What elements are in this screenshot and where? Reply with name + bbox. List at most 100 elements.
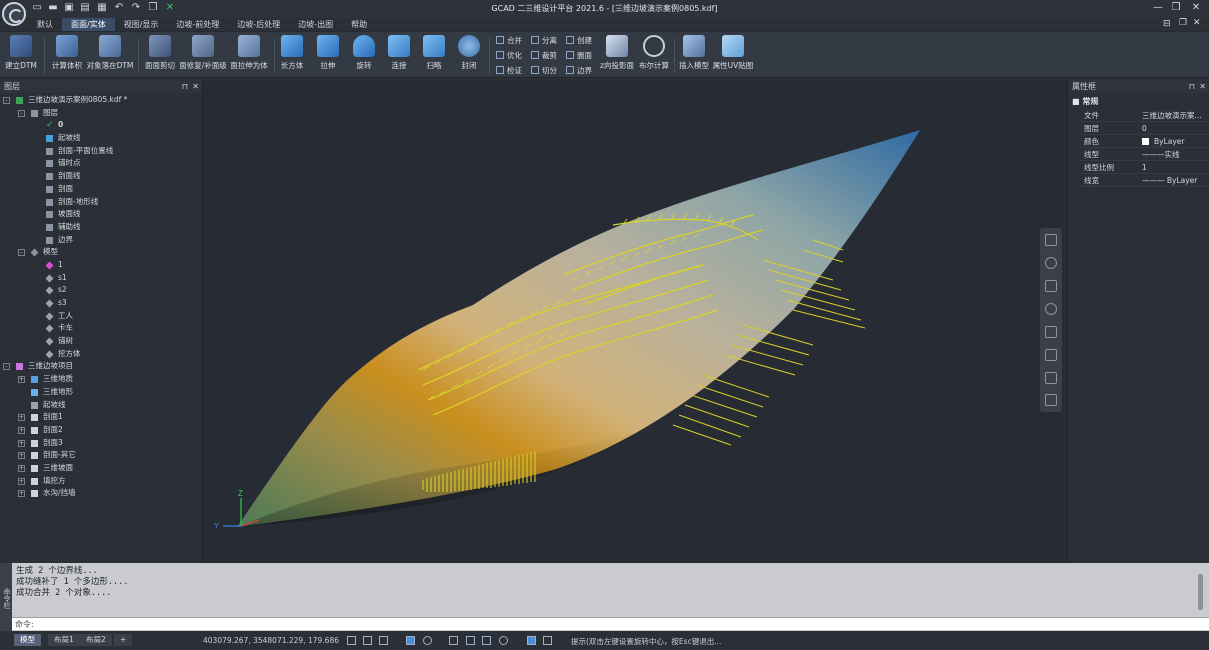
- pin-icon[interactable]: ⊟: [1163, 19, 1171, 29]
- properties-section-header[interactable]: ■ 常规: [1072, 96, 1098, 107]
- slice-button[interactable]: 切分: [531, 65, 557, 77]
- split-button[interactable]: 分离: [531, 35, 557, 47]
- sweep-button[interactable]: 扫略: [420, 35, 448, 77]
- restore-small-icon[interactable]: ❐: [1179, 18, 1187, 28]
- otrack-icon[interactable]: [423, 636, 432, 645]
- expand-icon[interactable]: +: [18, 464, 25, 472]
- tab-1[interactable]: 面面/实体: [62, 18, 115, 31]
- tree-item[interactable]: 起坡线: [0, 399, 203, 412]
- tree-item[interactable]: 剖面线: [0, 170, 203, 183]
- workspace-icon[interactable]: [527, 636, 536, 645]
- expand-icon[interactable]: +: [18, 439, 25, 447]
- tree-item[interactable]: 起坡线: [0, 132, 203, 145]
- expand-icon[interactable]: +: [18, 490, 25, 498]
- close-panel-icon[interactable]: ✕: [192, 80, 199, 93]
- fullscreen-icon[interactable]: [543, 636, 552, 645]
- tree-item[interactable]: + 三维地质: [0, 373, 203, 386]
- tree-item[interactable]: - 三维边坡演示案例0805.kdf *: [0, 94, 203, 107]
- pin-panel-icon[interactable]: ⊓: [182, 80, 188, 93]
- view-cube-icon[interactable]: [1045, 234, 1057, 246]
- add-layout-button[interactable]: +: [114, 634, 133, 646]
- layout-tab[interactable]: 模型: [14, 634, 41, 646]
- boolean-calc-button[interactable]: 布尔计算: [637, 35, 671, 77]
- tree-item[interactable]: + 水沟/挡墙: [0, 487, 203, 500]
- ortho-icon[interactable]: [363, 636, 372, 645]
- property-row[interactable]: 线型 ———实线: [1080, 148, 1209, 161]
- check-button[interactable]: 检证: [496, 65, 522, 77]
- open-icon[interactable]: ▬: [48, 3, 58, 13]
- collapse-icon[interactable]: -: [3, 97, 10, 104]
- layout-tab[interactable]: 布局2: [80, 634, 112, 646]
- tree-item[interactable]: - 三维边坡项目: [0, 360, 203, 373]
- expand-icon[interactable]: +: [18, 414, 25, 422]
- tab-2[interactable]: 视图/显示: [115, 18, 168, 31]
- tree-item[interactable]: 剖面: [0, 183, 203, 196]
- pin-properties-icon[interactable]: ⊓: [1189, 80, 1195, 93]
- tree-item[interactable]: s3: [0, 297, 203, 310]
- tree-item[interactable]: + 剖面1: [0, 411, 203, 424]
- boundary-button[interactable]: 边界: [566, 65, 592, 77]
- property-row[interactable]: 线型比例 1: [1080, 161, 1209, 174]
- tree-item[interactable]: 剖面-地形线: [0, 196, 203, 209]
- tree-item[interactable]: + 剖面2: [0, 424, 203, 437]
- command-scrollbar[interactable]: [1198, 574, 1203, 610]
- transparency-icon[interactable]: [466, 636, 475, 645]
- trim-button[interactable]: 裁剪: [531, 50, 557, 62]
- redo-icon[interactable]: ↷: [131, 3, 141, 13]
- tab-6[interactable]: 帮助: [342, 18, 376, 31]
- object-fit-dtm-button[interactable]: 对象落在DTM: [86, 35, 134, 77]
- command-input[interactable]: 命令:: [12, 617, 1209, 630]
- tree-item[interactable]: s2: [0, 284, 203, 297]
- command-sidebar-tab[interactable]: 命令栏: [0, 563, 12, 633]
- close-small-icon[interactable]: ✕: [1193, 18, 1201, 28]
- restore-icon[interactable]: ❐: [1168, 2, 1184, 14]
- build-dtm-button[interactable]: 建立DTM: [4, 35, 38, 77]
- tree-item[interactable]: - 图层: [0, 107, 203, 120]
- new-icon[interactable]: ▭: [32, 3, 42, 13]
- create-button[interactable]: 创建: [566, 35, 592, 47]
- zoom-icon[interactable]: [1045, 303, 1057, 315]
- selection-icon[interactable]: [482, 636, 491, 645]
- pan-icon[interactable]: [1045, 280, 1057, 292]
- merge-button[interactable]: 合并: [496, 35, 522, 47]
- extrude-button[interactable]: 拉伸: [314, 35, 342, 77]
- save-icon[interactable]: ▣: [64, 3, 74, 13]
- settings-gear-icon[interactable]: [499, 636, 508, 645]
- fit-extents-icon[interactable]: [1045, 394, 1057, 406]
- property-row[interactable]: 文件 三维边坡演示案...: [1080, 109, 1209, 122]
- tree-item[interactable]: + 填挖方: [0, 475, 203, 488]
- revolve-button[interactable]: 旋转: [350, 35, 378, 77]
- side-view-icon[interactable]: [1045, 349, 1057, 361]
- iso-view-icon[interactable]: [1045, 372, 1057, 384]
- front-view-icon[interactable]: [1045, 326, 1057, 338]
- lineweight-icon[interactable]: [449, 636, 458, 645]
- expand-icon[interactable]: +: [18, 452, 25, 460]
- uv-map-button[interactable]: 属性UV贴图: [712, 35, 754, 77]
- polar-icon[interactable]: [379, 636, 388, 645]
- print-icon[interactable]: ▦: [97, 3, 107, 13]
- expand-icon[interactable]: +: [18, 426, 25, 434]
- property-row[interactable]: 线宽 ——— ByLayer: [1080, 174, 1209, 187]
- tree-item[interactable]: + 剖面3: [0, 437, 203, 450]
- tree-item[interactable]: - 模型: [0, 246, 203, 259]
- insert-model-button[interactable]: 插入模型: [678, 35, 710, 77]
- surface-extrude-button[interactable]: 面拉伸为体: [229, 35, 269, 77]
- copy-icon[interactable]: ❐: [148, 3, 158, 13]
- tree-item[interactable]: 1: [0, 259, 203, 272]
- tree-item[interactable]: 锚树: [0, 335, 203, 348]
- surface-cut-button[interactable]: 面面剪切: [143, 35, 177, 77]
- undo-icon[interactable]: ↶: [114, 3, 124, 13]
- tree-item[interactable]: ✓ 0: [0, 119, 203, 132]
- expand-icon[interactable]: +: [18, 477, 25, 485]
- seal-button[interactable]: 封闭: [455, 35, 483, 77]
- tree-item[interactable]: 剖面-平面位置线: [0, 145, 203, 158]
- surface-fill-button[interactable]: 面修复/补面级: [179, 35, 227, 77]
- layout-tab[interactable]: 布局1: [48, 634, 80, 646]
- tab-4[interactable]: 边坡-后处理: [228, 18, 289, 31]
- minimize-icon[interactable]: —: [1150, 2, 1166, 14]
- tree-item[interactable]: 辅助线: [0, 221, 203, 234]
- app-logo-icon[interactable]: [2, 2, 26, 26]
- tab-3[interactable]: 边坡-前处理: [167, 18, 228, 31]
- tree-item[interactable]: + 剖面-其它: [0, 449, 203, 462]
- grid-icon[interactable]: [347, 636, 356, 645]
